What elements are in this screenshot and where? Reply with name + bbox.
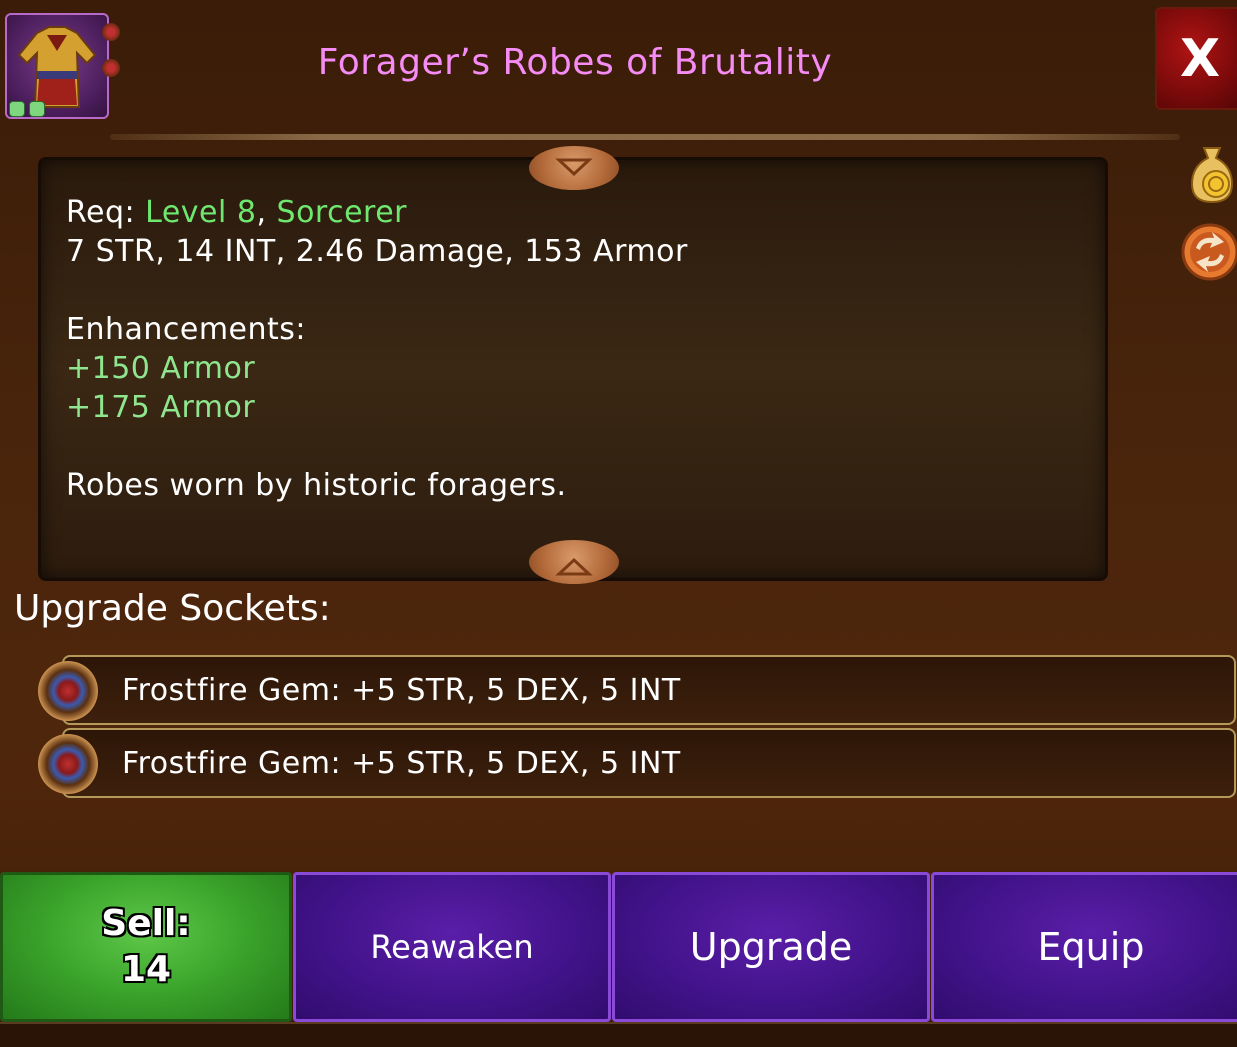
- upgrade-sockets-label: Upgrade Sockets:: [14, 588, 331, 629]
- req-class: Sorcerer: [276, 195, 408, 230]
- frostfire-gem-icon: [38, 661, 98, 721]
- socket-gem-icon: [102, 59, 120, 77]
- footer-bar: [0, 1022, 1237, 1047]
- item-description-panel[interactable]: Req: Level 8, Sorcerer 7 STR, 14 INT, 2.…: [38, 146, 1108, 584]
- socket-row[interactable]: Frostfire Gem: +5 STR, 5 DEX, 5 INT: [62, 728, 1236, 798]
- upgrade-button[interactable]: Upgrade: [612, 872, 930, 1022]
- stats-line: 7 STR, 14 INT, 2.46 Damage, 153 Armor: [66, 234, 688, 269]
- req-separator: ,: [256, 195, 277, 230]
- enhancements-label: Enhancements:: [66, 312, 307, 347]
- reawaken-label: Reawaken: [370, 928, 534, 966]
- slot-indicator: [29, 101, 45, 117]
- divider: [110, 134, 1180, 140]
- enhancement-item: +175 Armor: [66, 390, 256, 425]
- description-text: Req: Level 8, Sorcerer 7 STR, 14 INT, 2.…: [66, 193, 688, 505]
- socket-gem-icon: [102, 23, 120, 41]
- action-bar: Sell: 14 Reawaken Upgrade Equip: [0, 872, 1237, 1022]
- requirement-line: Req: Level 8, Sorcerer: [66, 193, 688, 232]
- sell-label: Sell:: [101, 903, 191, 944]
- chevron-up-icon[interactable]: [529, 540, 619, 584]
- equip-label: Equip: [1037, 925, 1145, 969]
- socket-row[interactable]: Frostfire Gem: +5 STR, 5 DEX, 5 INT: [62, 655, 1236, 725]
- flavor-text: Robes worn by historic foragers.: [66, 468, 567, 503]
- item-title: Forager’s Robes of Brutality: [317, 42, 833, 83]
- socket-text: Frostfire Gem: +5 STR, 5 DEX, 5 INT: [122, 746, 681, 781]
- slot-indicator: [9, 101, 25, 117]
- scroll-down-button[interactable]: [529, 146, 619, 190]
- req-level: Level 8: [145, 195, 257, 230]
- scroll-up-button[interactable]: [529, 540, 619, 584]
- item-robe-icon: [5, 13, 120, 119]
- upgrade-label: Upgrade: [689, 925, 853, 969]
- reawaken-button[interactable]: Reawaken: [293, 872, 611, 1022]
- swap-icon[interactable]: [1180, 222, 1237, 282]
- chevron-down-icon[interactable]: [529, 146, 619, 190]
- equip-button[interactable]: Equip: [931, 872, 1237, 1022]
- sell-button[interactable]: Sell: 14: [0, 872, 292, 1022]
- socket-text: Frostfire Gem: +5 STR, 5 DEX, 5 INT: [122, 673, 681, 708]
- gold-bag-icon[interactable]: [1186, 142, 1237, 206]
- enhancement-item: +150 Armor: [66, 351, 256, 386]
- frostfire-gem-icon: [38, 734, 98, 794]
- close-icon[interactable]: X: [1180, 29, 1220, 89]
- sell-value: 14: [120, 949, 172, 990]
- req-label: Req:: [66, 195, 146, 230]
- close-button[interactable]: X: [1155, 7, 1237, 110]
